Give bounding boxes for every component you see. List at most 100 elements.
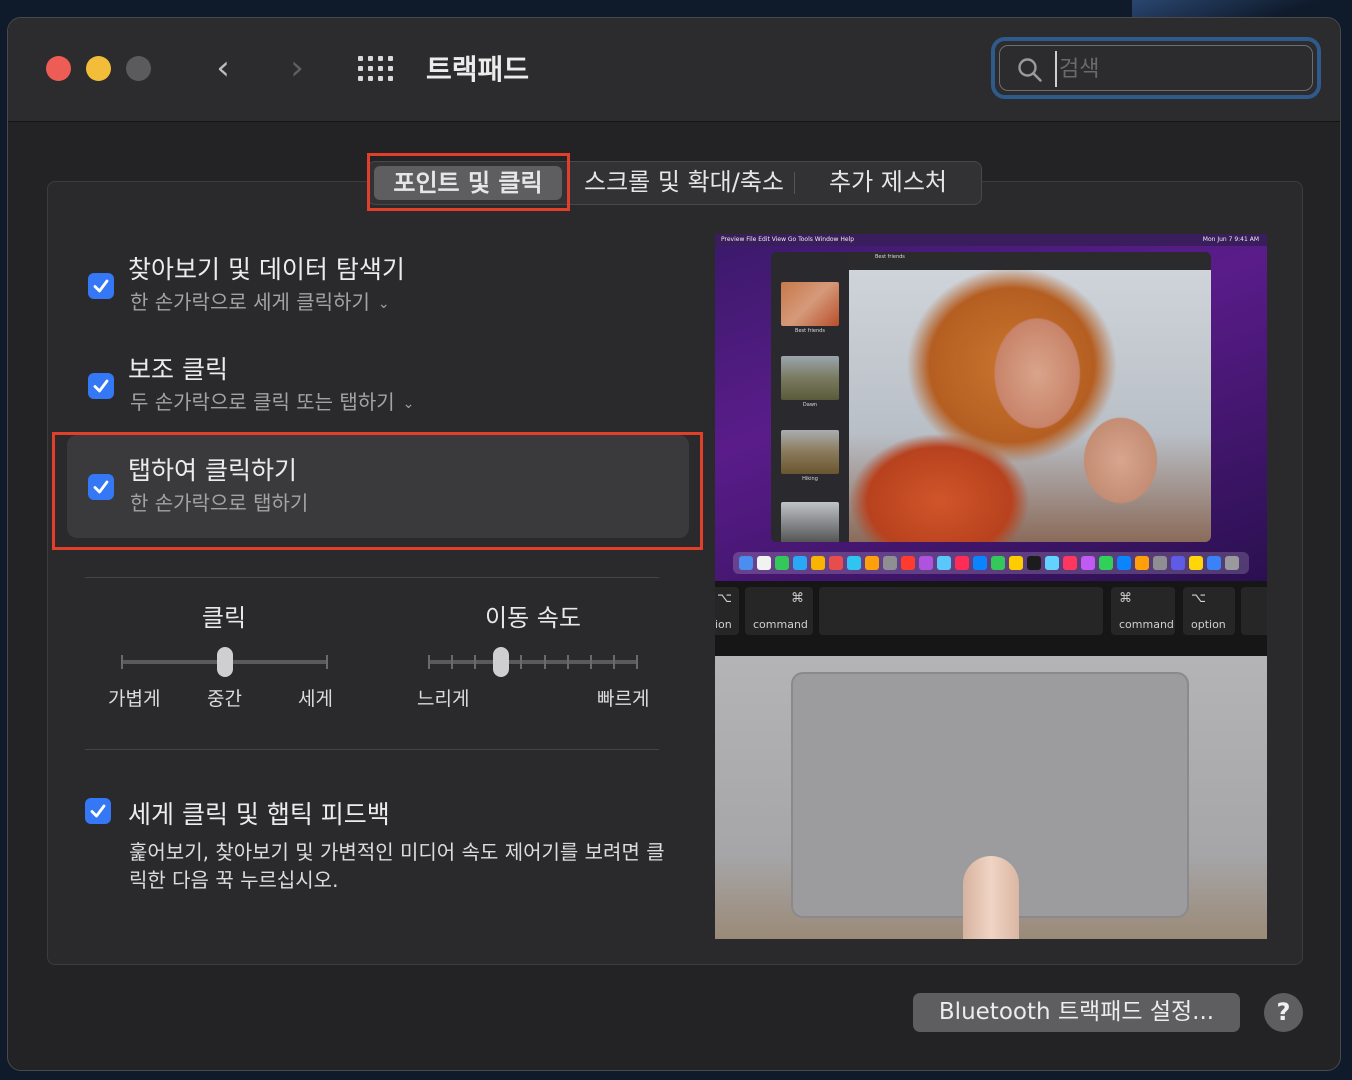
minimize-button[interactable]	[86, 56, 111, 81]
show-all-grid-icon[interactable]	[358, 54, 398, 84]
preview-menu-items: Preview File Edit View Go Tools Window H…	[721, 236, 855, 243]
force-click-description: 훑어보기, 찾아보기 및 가변적인 미디어 속도 제어기를 보려면 클릭한 다음…	[129, 840, 665, 892]
dock-app-icon	[1009, 556, 1023, 570]
chevron-left-icon[interactable]: ‹	[206, 48, 240, 88]
slider-tick	[520, 655, 522, 669]
click-light-label: 가볍게	[108, 688, 161, 710]
preview-toolbar: Best friends	[849, 252, 1211, 270]
lookup-subtitle-dropdown[interactable]: 한 손가락으로 세게 클릭하기 ⌄	[130, 286, 390, 315]
slider-tick	[613, 655, 615, 669]
grid-dot	[378, 56, 383, 61]
tracking-speed-track[interactable]	[429, 660, 637, 664]
dock-app-icon	[1153, 556, 1167, 570]
close-button[interactable]	[46, 56, 71, 81]
dock-app-icon	[829, 556, 843, 570]
force-click-title: 세게 클릭 및 햅틱 피드백	[128, 800, 390, 829]
dock-app-icon	[793, 556, 807, 570]
titlebar: ‹ › 트랙패드	[8, 18, 1340, 122]
bluetooth-trackpad-setup-button[interactable]: Bluetooth 트랙패드 설정...	[913, 993, 1240, 1032]
dock-app-icon	[865, 556, 879, 570]
dock-app-icon	[1045, 556, 1059, 570]
tracking-fast-label: 빠르게	[597, 688, 650, 710]
search-input[interactable]	[1055, 51, 1301, 87]
system-preferences-window: ‹ › 트랙패드 포인트 및 클릭 스크롤 및 확대/축소 추가 제스처 찾아보…	[7, 17, 1341, 1071]
tracking-speed-knob[interactable]	[493, 647, 509, 677]
tracking-speed-label: 이동 속도	[485, 604, 581, 632]
dock-app-icon	[1081, 556, 1095, 570]
gesture-preview-video: Preview File Edit View Go Tools Window H…	[715, 234, 1267, 939]
preview-dock	[733, 552, 1249, 574]
dock-app-icon	[1225, 556, 1239, 570]
search-icon	[1018, 58, 1042, 82]
grid-dot	[358, 76, 363, 81]
preview-thumbnail	[781, 356, 839, 400]
checkmark-icon	[93, 379, 109, 393]
grid-dot	[358, 56, 363, 61]
preview-key: ⌥ option	[1183, 587, 1235, 635]
force-click-checkbox[interactable]	[85, 798, 111, 824]
lookup-checkbox[interactable]	[88, 273, 114, 299]
help-button[interactable]: ?	[1264, 993, 1303, 1032]
preview-clock: Mon Jun 7 9:41 AM	[1202, 236, 1259, 243]
dock-app-icon	[1207, 556, 1221, 570]
highlight-box-tab	[367, 153, 570, 211]
slider-tick	[428, 655, 430, 669]
tab-scroll-and-zoom[interactable]: 스크롤 및 확대/축소	[576, 162, 792, 204]
grid-dot	[388, 76, 393, 81]
click-slider-knob[interactable]	[217, 647, 233, 677]
secondary-click-subtitle-dropdown[interactable]: 두 손가락으로 클릭 또는 탭하기 ⌄	[130, 386, 414, 415]
grid-dot	[368, 66, 373, 71]
slider-tick	[636, 655, 638, 669]
dock-app-icon	[1027, 556, 1041, 570]
grid-dot	[368, 56, 373, 61]
chevron-down-icon: ⌄	[402, 395, 415, 412]
preview-thumbnail	[781, 430, 839, 474]
checkmark-icon	[93, 279, 109, 293]
preview-thumb-label: Hiking	[802, 476, 818, 482]
search-field[interactable]	[991, 37, 1321, 99]
dock-app-icon	[937, 556, 951, 570]
dock-app-icon	[955, 556, 969, 570]
grid-dot	[378, 66, 383, 71]
preview-thumbnail	[781, 282, 839, 326]
tab-separator	[794, 172, 795, 194]
divider	[85, 749, 659, 750]
window-title: 트랙패드	[426, 53, 530, 86]
checkmark-icon	[90, 804, 106, 818]
dock-app-icon	[901, 556, 915, 570]
preview-key: ⌥ ion	[715, 587, 739, 635]
chevron-right-icon[interactable]: ›	[280, 48, 314, 88]
preview-screen: Preview File Edit View Go Tools Window H…	[715, 234, 1267, 581]
tab-more-gestures[interactable]: 추가 제스처	[808, 162, 968, 204]
dock-app-icon	[775, 556, 789, 570]
lookup-title: 찾아보기 및 데이터 탐색기	[128, 255, 405, 284]
dock-app-icon	[811, 556, 825, 570]
click-medium-label: 중간	[207, 688, 242, 710]
grid-dot	[378, 76, 383, 81]
preview-key: ⌘ command	[1111, 587, 1175, 635]
dock-app-icon	[739, 556, 753, 570]
preview-keyboard: ⌥ ion ⌘ command ⌘ command ⌥ option	[715, 581, 1267, 656]
dock-app-icon	[1099, 556, 1113, 570]
preview-finger	[963, 856, 1019, 939]
preview-key	[1241, 587, 1267, 635]
lookup-subtitle: 한 손가락으로 세게 클릭하기	[130, 290, 370, 314]
dock-app-icon	[1171, 556, 1185, 570]
slider-tick	[567, 655, 569, 669]
dock-app-icon	[1189, 556, 1203, 570]
dock-app-icon	[973, 556, 987, 570]
dock-app-icon	[1135, 556, 1149, 570]
slider-tick	[474, 655, 476, 669]
slider-tick	[326, 655, 328, 669]
dock-app-icon	[757, 556, 771, 570]
preview-app-window: Best friends Dawn Hiking Best friends	[771, 252, 1211, 542]
dock-app-icon	[1117, 556, 1131, 570]
secondary-click-checkbox[interactable]	[88, 373, 114, 399]
dock-app-icon	[919, 556, 933, 570]
secondary-click-title: 보조 클릭	[128, 355, 228, 384]
preview-doc-title: Best friends	[875, 254, 905, 260]
preview-key: ⌘ command	[745, 587, 813, 635]
preview-thumb-label: Best friends	[795, 328, 825, 334]
zoom-button[interactable]	[126, 56, 151, 81]
dock-app-icon	[991, 556, 1005, 570]
